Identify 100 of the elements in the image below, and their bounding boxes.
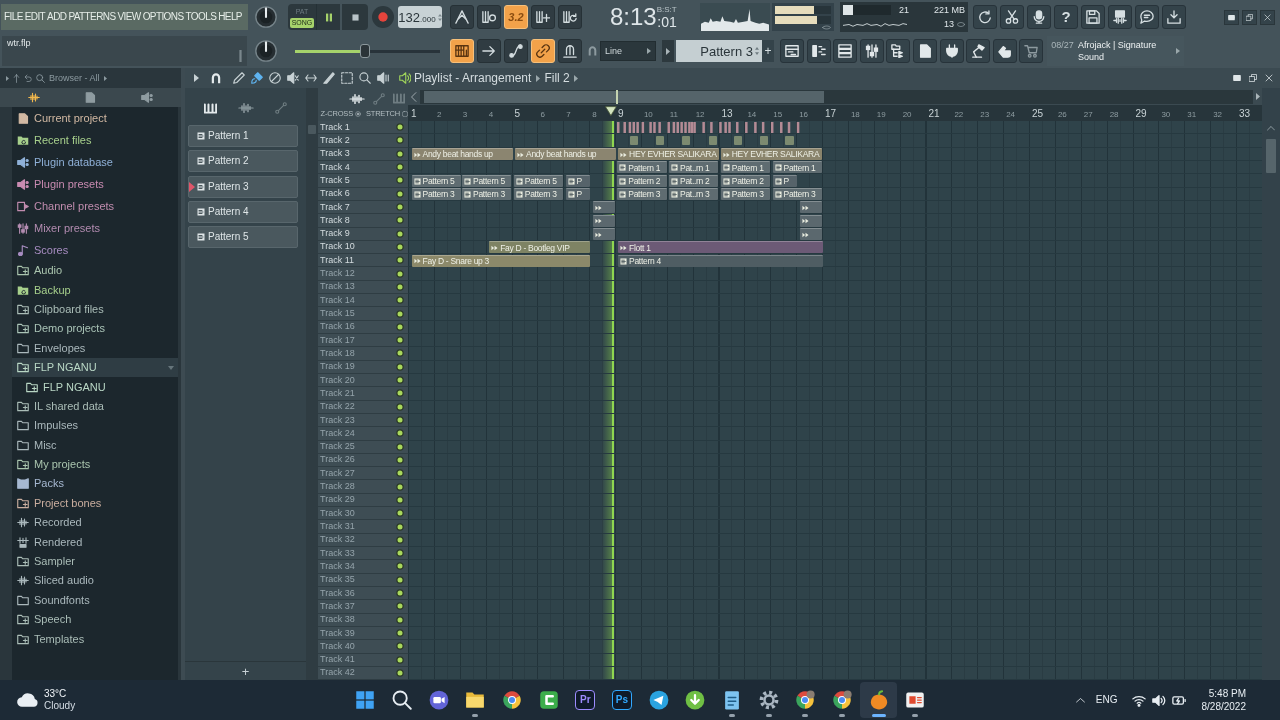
browser-item[interactable]: Plugin presets	[12, 173, 178, 195]
toggle-dot-icon[interactable]	[396, 522, 404, 531]
browser-item[interactable]: Envelopes	[12, 338, 178, 358]
news-headline[interactable]: Afrojack | Signature Sound	[1077, 39, 1170, 63]
search-icon[interactable]	[36, 73, 45, 83]
minimize-button[interactable]	[1224, 9, 1239, 25]
pattern-selector[interactable]: Pattern 3	[676, 40, 762, 62]
clip-strip-drawing[interactable]	[617, 122, 800, 133]
playlist-grid[interactable]	[408, 121, 1262, 681]
pattern-item[interactable]: Pattern 2	[188, 150, 298, 173]
toggle-dot-icon[interactable]	[396, 163, 404, 172]
tool-button[interactable]	[358, 71, 372, 85]
audio-clip[interactable]: Fay D - Bootleg VIP	[489, 241, 591, 254]
browser-item[interactable]: Soundfonts	[12, 590, 178, 611]
menu-item[interactable]: TOOLS	[185, 12, 217, 22]
toolbar-button[interactable]	[1108, 5, 1132, 29]
tool-button[interactable]	[232, 71, 246, 85]
browser-item[interactable]: Recent files	[12, 129, 178, 151]
toolbar-button[interactable]	[1027, 5, 1051, 29]
menu-item[interactable]: ADD	[47, 12, 67, 22]
toggle-dot-icon[interactable]	[396, 376, 404, 385]
pattern-clip[interactable]: Pattern 3	[411, 188, 462, 201]
browser-item[interactable]: Sliced audio	[12, 571, 178, 591]
track-header[interactable]: Track 8	[318, 214, 408, 228]
audio-clip[interactable]: HEY EVHER SALIKARA	[618, 148, 720, 161]
browser-item[interactable]: Plugin database	[12, 151, 178, 173]
toolbar-button[interactable]	[558, 39, 582, 63]
toggle-dot-icon[interactable]	[396, 482, 404, 491]
overview-scrollbar[interactable]	[420, 89, 1253, 104]
arrow-up-icon[interactable]	[13, 73, 20, 83]
tempo-field[interactable]: 132.000	[398, 6, 442, 28]
pattern-clip[interactable]: Pattern 1	[720, 161, 771, 174]
toolbar-button[interactable]	[806, 39, 831, 63]
toggle-dot-icon[interactable]	[396, 429, 404, 438]
toolbar-button[interactable]	[992, 39, 1017, 63]
audio-clip[interactable]	[592, 228, 615, 240]
minimize-button[interactable]	[1231, 72, 1242, 84]
record-button[interactable]	[372, 6, 394, 28]
toggle-dot-icon[interactable]	[396, 203, 404, 212]
playhead-marker-icon[interactable]	[605, 106, 617, 116]
mini-clip[interactable]	[709, 136, 718, 146]
taskbar-button[interactable]: Ps	[603, 682, 641, 718]
toolbar-button[interactable]	[966, 39, 991, 63]
toolbar-button[interactable]	[912, 39, 937, 63]
pattern-item[interactable]: Pattern 5	[188, 226, 298, 249]
toolbar-button[interactable]	[1019, 39, 1044, 63]
close-button[interactable]	[1260, 9, 1275, 25]
toolbar-button[interactable]	[558, 5, 582, 29]
scroll-thumb[interactable]	[424, 90, 824, 103]
track-header[interactable]: Track 11	[318, 254, 408, 268]
toggle-dot-icon[interactable]	[396, 668, 404, 677]
toggle-dot-icon[interactable]	[396, 655, 404, 664]
pattern-clip[interactable]: Pattern 3	[462, 188, 512, 201]
toolbar-button[interactable]	[477, 39, 501, 63]
pattern-clip[interactable]: Pat..rn 1	[669, 161, 719, 174]
tool-button[interactable]	[286, 71, 300, 85]
pattern-clip[interactable]: Pattern 2	[617, 174, 667, 187]
knob-icon[interactable]	[255, 6, 277, 28]
browser-item[interactable]: Backup	[12, 280, 178, 300]
waveform-icon[interactable]	[238, 102, 254, 114]
toolbar-button[interactable]	[450, 5, 474, 29]
audio-clip[interactable]: Fay D - Snare up 3	[411, 254, 591, 267]
pattern-clip[interactable]: Pattern 2	[720, 174, 771, 187]
browser-item[interactable]: Speech	[12, 610, 178, 630]
track-header[interactable]: Track 1	[318, 121, 408, 135]
track-header[interactable]: Track 2	[318, 134, 408, 148]
track-header[interactable]: Track 31	[318, 520, 408, 534]
track-header[interactable]: Track 40	[318, 640, 408, 654]
browser-item[interactable]: My projects	[12, 454, 178, 475]
slider-thumb[interactable]	[359, 44, 370, 58]
audio-clip[interactable]: HEY EVHER SALIKARA	[720, 148, 822, 161]
tool-button[interactable]	[340, 71, 354, 85]
browser-item[interactable]: Audio	[12, 261, 178, 281]
toolbar-button[interactable]	[780, 39, 804, 63]
toggle-dot-icon[interactable]	[396, 402, 404, 411]
radio-icon[interactable]	[354, 110, 361, 117]
toggle-dot-icon[interactable]	[396, 216, 404, 225]
track-header[interactable]: Track 14	[318, 294, 408, 308]
track-header[interactable]: Track 15	[318, 307, 408, 321]
toggle-dot-icon[interactable]	[396, 149, 404, 158]
pattern-clip[interactable]: Pat..rn 3	[669, 188, 719, 201]
toggle-dot-icon[interactable]	[396, 229, 404, 238]
browser-item[interactable]: Packs	[12, 474, 178, 494]
pattern-item[interactable]: Pattern 1	[188, 125, 298, 147]
toggle-dot-icon[interactable]	[396, 322, 404, 331]
browser-item[interactable]: Mixer presets	[12, 217, 178, 239]
browser-item[interactable]: Sampler	[12, 551, 178, 572]
pattern-item[interactable]: Pattern 4	[188, 200, 298, 223]
pattern-clip[interactable]: Pattern 4	[618, 254, 823, 267]
clock-time[interactable]: 5:48 PM	[1208, 688, 1246, 699]
toggle-dot-icon[interactable]	[396, 176, 404, 185]
browser-item[interactable]: FLP NGANU	[12, 357, 178, 378]
slider-track[interactable]	[295, 44, 440, 58]
toggle-dot-icon[interactable]	[396, 642, 404, 651]
toolbar-button[interactable]	[886, 39, 911, 63]
menu-item[interactable]: VIEW	[117, 12, 141, 22]
close-button[interactable]	[1263, 72, 1274, 84]
pattern-clip[interactable]: P	[772, 174, 798, 187]
toolbar-button[interactable]	[939, 39, 964, 63]
audio-clip[interactable]: Andy beat hands up	[411, 148, 513, 161]
